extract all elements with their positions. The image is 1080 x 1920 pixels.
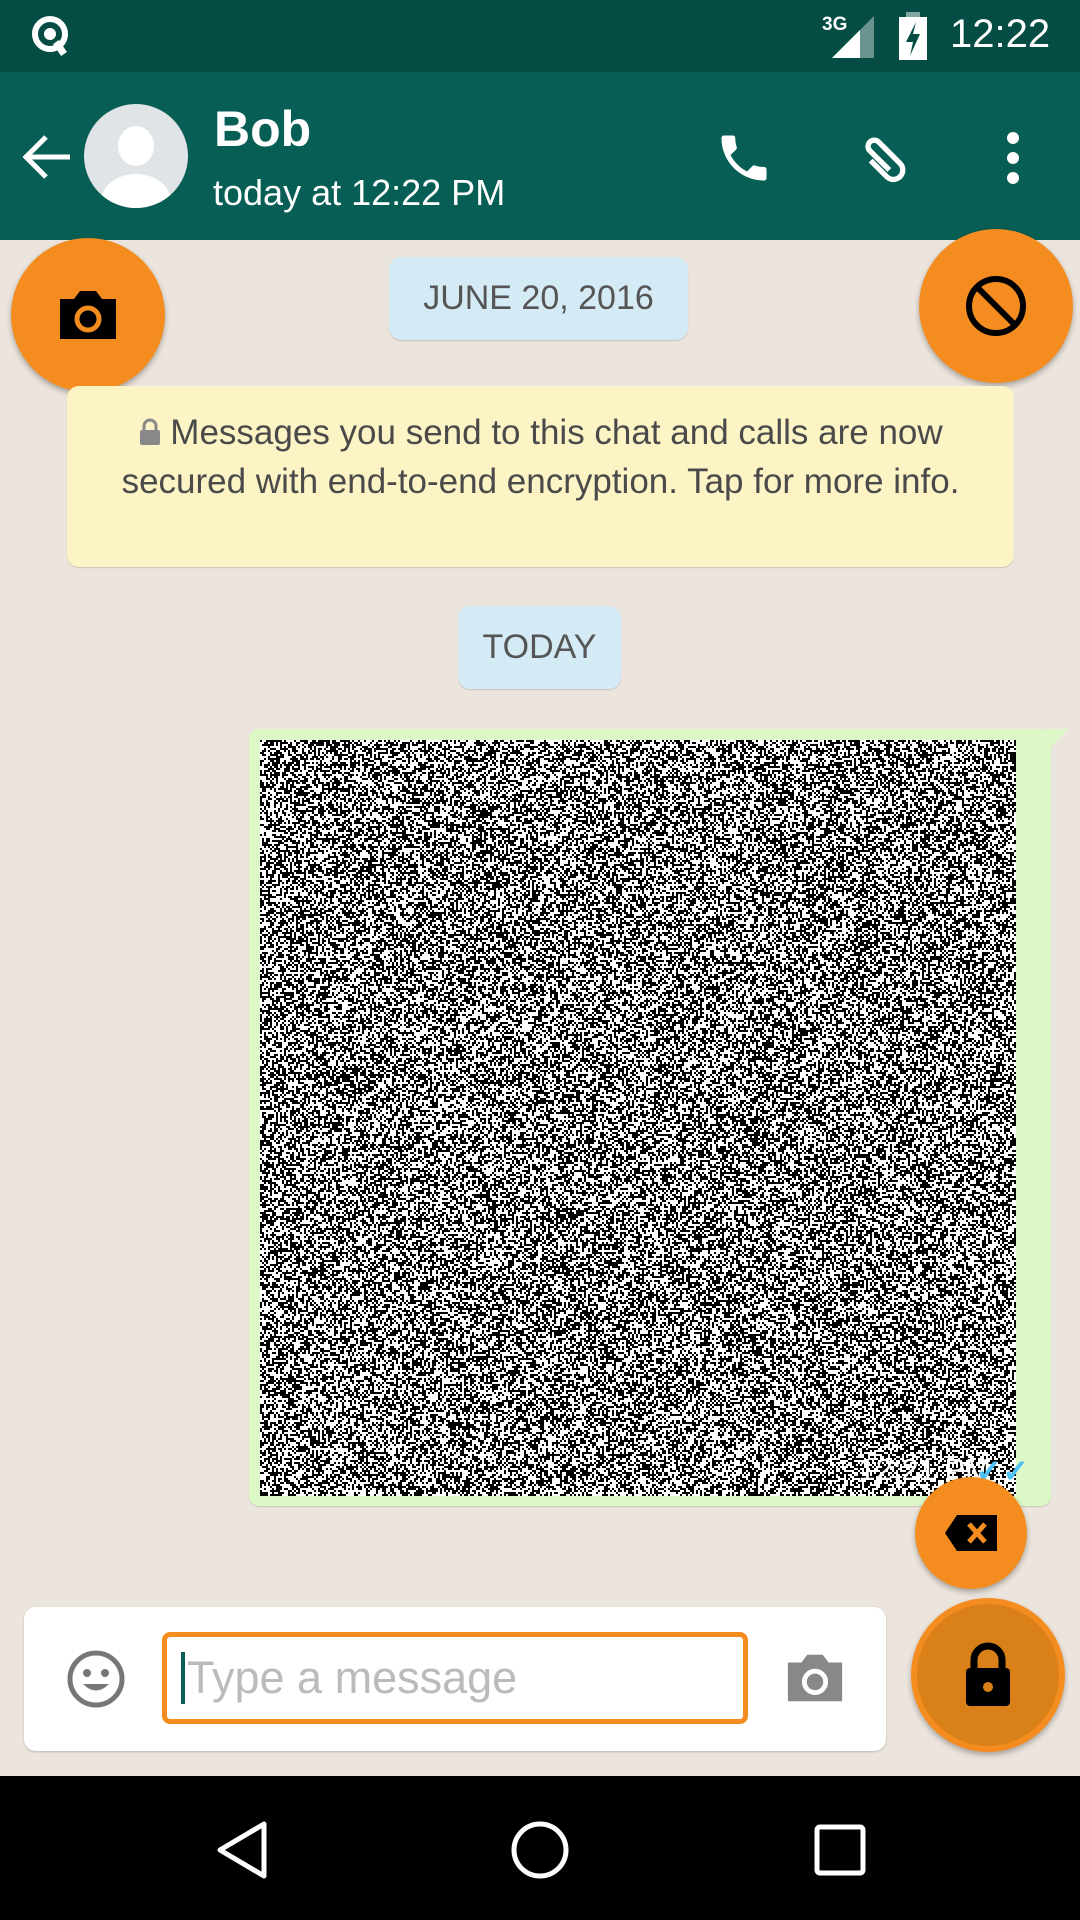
navigation-bar xyxy=(0,1776,1080,1920)
today-divider: TODAY xyxy=(458,606,621,689)
recents-nav-icon[interactable] xyxy=(814,1824,866,1876)
camera-fab[interactable] xyxy=(11,238,165,392)
lock-fab[interactable] xyxy=(911,1598,1065,1752)
camera-icon xyxy=(56,289,120,341)
battery-charging-icon xyxy=(898,12,928,60)
home-nav-icon[interactable] xyxy=(510,1820,570,1880)
block-icon xyxy=(964,274,1028,338)
back-nav-icon[interactable] xyxy=(214,1820,270,1880)
avatar[interactable] xyxy=(84,104,188,208)
signal-icon xyxy=(830,14,874,58)
encryption-text: Messages you send to this chat and calls… xyxy=(122,413,960,501)
search-app-icon xyxy=(30,14,76,60)
delete-fab[interactable] xyxy=(915,1477,1027,1589)
clock: 12:22 xyxy=(950,12,1050,57)
backspace-icon xyxy=(943,1513,999,1553)
block-fab[interactable] xyxy=(919,229,1073,383)
emoji-icon[interactable] xyxy=(66,1649,126,1709)
lock-small-icon xyxy=(138,418,162,446)
message-image[interactable] xyxy=(260,740,1016,1496)
status-bar: 3G 12:22 xyxy=(0,0,1080,72)
message-input[interactable]: Type a message xyxy=(162,1632,748,1724)
encryption-notice[interactable]: Messages you send to this chat and calls… xyxy=(67,386,1014,567)
chat-header: Bob today at 12:22 PM xyxy=(0,72,1080,240)
camera-attach-icon[interactable] xyxy=(784,1652,846,1704)
last-seen: today at 12:22 PM xyxy=(213,172,505,214)
back-arrow-icon[interactable] xyxy=(22,134,72,180)
image-message[interactable]: 12:21 PM ✓✓ xyxy=(249,729,1051,1506)
more-options-icon[interactable] xyxy=(998,130,1028,186)
attach-icon[interactable] xyxy=(852,126,916,190)
phone-icon[interactable] xyxy=(714,128,774,188)
lock-icon xyxy=(962,1642,1014,1708)
contact-name[interactable]: Bob xyxy=(214,100,311,158)
message-placeholder: Type a message xyxy=(187,1652,517,1704)
date-divider: JUNE 20, 2016 xyxy=(389,257,688,340)
